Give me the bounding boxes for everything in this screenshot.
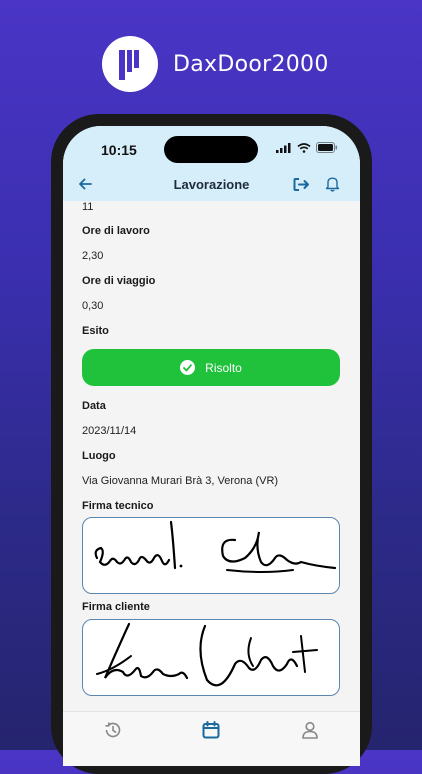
calendar-icon[interactable] xyxy=(201,720,221,740)
check-circle-icon xyxy=(180,360,196,375)
ore-lavoro-value: 2,30 xyxy=(82,250,104,262)
brand-logo xyxy=(102,36,158,92)
ore-viaggio-value: 0,30 xyxy=(82,300,104,312)
client-signature-image xyxy=(96,622,318,687)
technician-signature-image xyxy=(94,520,337,573)
technician-signature-box[interactable] xyxy=(82,517,340,594)
dynamic-island xyxy=(164,136,258,163)
ore-viaggio-label: Ore di viaggio xyxy=(82,275,156,287)
signal-icon xyxy=(276,142,291,153)
status-icons xyxy=(276,142,338,153)
wifi-icon xyxy=(297,142,311,153)
app-screen: 10:15 Lavorazione 11 Ore di lavoro 2,30 … xyxy=(63,126,360,766)
navigation-bar: Lavorazione xyxy=(63,170,360,200)
client-signature-box[interactable] xyxy=(82,619,340,696)
data-label: Data xyxy=(82,400,106,412)
brand-header: DaxDoor2000 xyxy=(102,36,329,92)
ore-lavoro-label: Ore di lavoro xyxy=(82,225,150,237)
top-bar: 10:15 Lavorazione xyxy=(63,126,360,201)
esito-label: Esito xyxy=(82,325,109,337)
history-icon[interactable] xyxy=(103,720,123,740)
firma-tecnico-label: Firma tecnico xyxy=(82,500,154,512)
esito-value: Risolto xyxy=(205,360,242,375)
brand-name: DaxDoor2000 xyxy=(173,51,329,77)
status-time: 10:15 xyxy=(101,142,137,158)
profile-icon[interactable] xyxy=(300,720,320,740)
page-title: Lavorazione xyxy=(173,177,250,192)
luogo-label: Luogo xyxy=(82,450,116,462)
luogo-value: Via Giovanna Murari Brà 3, Verona (VR) xyxy=(82,475,279,487)
battery-icon xyxy=(316,142,338,153)
bottom-tab-bar xyxy=(63,711,360,766)
logout-icon[interactable] xyxy=(293,177,310,192)
firma-cliente-label: Firma cliente xyxy=(82,601,150,613)
data-value: 2023/11/14 xyxy=(82,425,137,437)
esito-status-button[interactable]: Risolto xyxy=(82,349,340,386)
bell-icon[interactable] xyxy=(325,176,340,192)
top-value: 11 xyxy=(82,201,94,213)
